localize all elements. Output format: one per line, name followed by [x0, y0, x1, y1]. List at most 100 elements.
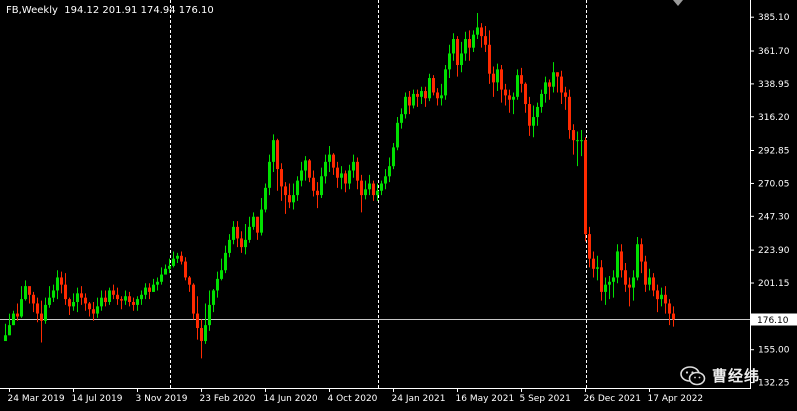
- candle-body: [80, 293, 83, 298]
- candle-body: [264, 187, 267, 210]
- candle-body: [624, 270, 627, 285]
- candle: [328, 145, 331, 172]
- candle: [432, 75, 435, 96]
- y-tick-label: 292.85: [758, 147, 790, 157]
- candle: [212, 289, 215, 313]
- candle: [412, 89, 415, 109]
- candle: [32, 291, 35, 313]
- candle: [624, 263, 627, 292]
- candle-body: [292, 195, 295, 203]
- candle: [488, 30, 491, 84]
- candle-body: [652, 277, 655, 291]
- candle: [356, 157, 359, 190]
- candle: [260, 197, 263, 236]
- candle-body: [504, 89, 507, 96]
- candle: [672, 306, 675, 327]
- candle: [664, 286, 667, 314]
- candle: [80, 286, 83, 305]
- candles: [4, 13, 675, 359]
- candle: [652, 273, 655, 297]
- candle: [72, 293, 75, 311]
- candle: [620, 244, 623, 278]
- candle: [572, 124, 575, 155]
- candle-body: [668, 303, 671, 314]
- candle: [316, 182, 319, 209]
- candle: [12, 310, 15, 326]
- candle-body: [524, 83, 527, 105]
- candle: [264, 183, 267, 213]
- candle-body: [312, 177, 315, 191]
- candle: [60, 271, 63, 294]
- candle-body: [136, 299, 139, 305]
- candle: [392, 143, 395, 170]
- candle: [44, 297, 47, 324]
- candle-body: [304, 160, 307, 171]
- candle-body: [296, 180, 299, 196]
- candle-body: [276, 140, 279, 170]
- candle: [116, 287, 119, 305]
- candle: [492, 66, 495, 97]
- candle: [88, 302, 91, 317]
- candle: [608, 276, 611, 300]
- candle: [604, 277, 607, 305]
- candle-body: [476, 27, 479, 35]
- candle-body: [632, 277, 635, 288]
- chart-header: FB,Weekly 194.12 201.91 174.94 176.10: [6, 5, 214, 16]
- y-tick-label: 270.05: [758, 179, 790, 189]
- chart-window[interactable]: 385.10 361.70 338.95 316.20 292.85 270.05 247.…: [0, 0, 797, 411]
- candle: [104, 290, 107, 307]
- candle-body: [388, 166, 391, 177]
- candle: [128, 291, 131, 307]
- candle-body: [548, 82, 551, 87]
- candle-body: [120, 299, 123, 301]
- candle: [632, 270, 635, 301]
- price-chart[interactable]: 385.10 361.70 338.95 316.20 292.85 270.05 247.…: [0, 0, 797, 411]
- candle-body: [12, 313, 15, 326]
- candle-body: [432, 78, 435, 93]
- y-tick-label: 223.90: [758, 246, 790, 256]
- candle-body: [36, 303, 39, 314]
- candle: [484, 26, 487, 53]
- candle: [556, 72, 559, 93]
- candle: [332, 153, 335, 175]
- candle: [544, 76, 547, 103]
- candle: [500, 65, 503, 103]
- candle: [136, 296, 139, 311]
- candle-body: [140, 294, 143, 300]
- candle: [588, 226, 591, 268]
- candle-body: [456, 39, 459, 66]
- candle: [536, 102, 539, 126]
- candle-body: [400, 114, 403, 123]
- candle: [424, 86, 427, 107]
- x-tick-label: 3 Nov 2019: [136, 394, 188, 404]
- candle: [48, 286, 51, 308]
- chart-scroll-triangle-icon[interactable]: [673, 0, 683, 7]
- candle-body: [144, 287, 147, 295]
- candle-body: [344, 173, 347, 184]
- candle-body: [448, 53, 451, 70]
- candle-body: [508, 95, 511, 100]
- candle: [160, 267, 163, 285]
- candle: [480, 23, 483, 48]
- candle-body: [612, 277, 615, 282]
- y-tick-label: 385.10: [758, 13, 790, 23]
- candle-body: [268, 161, 271, 188]
- candle-body: [288, 195, 291, 203]
- candle-body: [112, 290, 115, 295]
- candle: [612, 270, 615, 298]
- candle-body: [340, 173, 343, 178]
- candle: [132, 297, 135, 311]
- candle-body: [88, 303, 91, 310]
- candle-body: [536, 106, 539, 118]
- x-tick-label: 14 Jul 2019: [72, 394, 123, 404]
- candle: [496, 63, 499, 92]
- candle: [636, 236, 639, 281]
- candle: [280, 163, 283, 201]
- candle-body: [368, 183, 371, 190]
- candle-body: [640, 244, 643, 262]
- candle: [444, 65, 447, 100]
- candle: [4, 323, 7, 342]
- candle: [548, 79, 551, 100]
- candle-body: [228, 239, 231, 253]
- candle: [368, 174, 371, 196]
